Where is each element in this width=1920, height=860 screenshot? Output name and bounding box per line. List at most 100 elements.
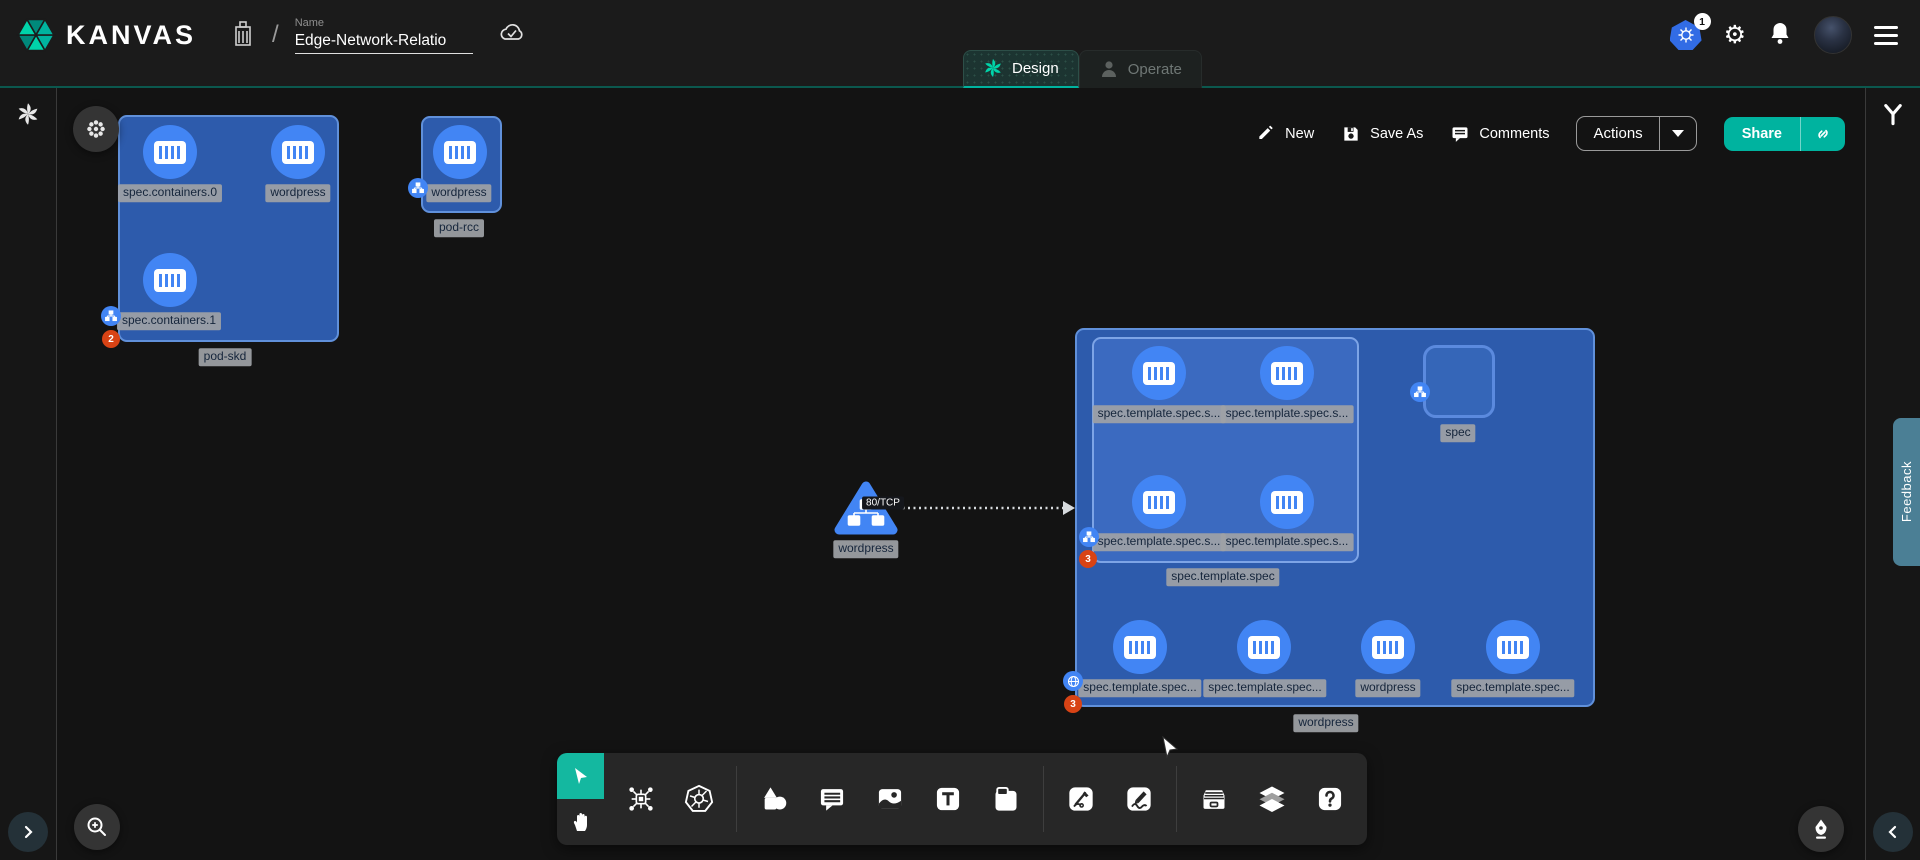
actions-split-button[interactable]: Actions <box>1576 116 1696 151</box>
hierarchy-icon <box>1083 531 1095 543</box>
kubernetes-context-button[interactable]: 1 <box>1670 20 1702 50</box>
pod-relationship-badge[interactable] <box>101 306 121 326</box>
deployment-relationship-badge[interactable] <box>1063 671 1083 691</box>
menu-hamburger-icon[interactable] <box>1874 26 1898 45</box>
mesh-badge-icon <box>1067 675 1080 688</box>
node-template-container[interactable] <box>1237 620 1291 674</box>
pan-tool-button[interactable] <box>557 799 604 845</box>
shapes-icon <box>760 785 788 813</box>
image-icon <box>876 785 904 813</box>
image-tool-button[interactable] <box>865 771 915 827</box>
container-icon <box>282 141 314 164</box>
comments-button[interactable]: Comments <box>1450 124 1549 144</box>
organization-icon[interactable] <box>230 19 256 52</box>
new-button[interactable]: New <box>1256 124 1314 144</box>
zoom-in-button[interactable] <box>74 804 120 850</box>
node-template-container[interactable] <box>1260 346 1314 400</box>
select-tool-button[interactable] <box>557 753 604 799</box>
node-template-container[interactable] <box>1486 620 1540 674</box>
node-template-container[interactable] <box>1132 475 1186 529</box>
pod-relationship-badge[interactable] <box>408 178 428 198</box>
pod-skd-count-badge[interactable]: 2 <box>102 330 120 348</box>
kanvas-logo-icon <box>16 15 56 55</box>
service-edge[interactable] <box>897 496 1077 520</box>
node-label-chip: wordpress <box>265 184 330 202</box>
node-template-container[interactable] <box>1113 620 1167 674</box>
comment-bubble-icon <box>818 785 846 813</box>
template-count-badge[interactable]: 3 <box>1079 550 1097 568</box>
kubernetes-count-badge: 1 <box>1694 13 1711 30</box>
tab-design[interactable]: Design <box>963 50 1079 88</box>
container-icon <box>154 141 186 164</box>
node-spec[interactable] <box>1423 345 1495 418</box>
spec-relationship-badge[interactable] <box>1410 382 1430 402</box>
freehand-draw-tool-button[interactable] <box>1114 771 1164 827</box>
note-tool-button[interactable] <box>981 771 1031 827</box>
components-tool-button[interactable] <box>616 771 666 827</box>
save-as-label: Save As <box>1370 126 1423 142</box>
edge-port-label: 80/TCP <box>862 497 904 510</box>
container-icon <box>1143 491 1175 514</box>
node-template-container[interactable] <box>1260 475 1314 529</box>
help-tool-button[interactable] <box>1305 771 1355 827</box>
save-as-button[interactable]: Save As <box>1341 124 1423 144</box>
design-canvas[interactable]: New Save As Comments <box>57 88 1865 860</box>
node-wordpress-container[interactable] <box>271 125 325 179</box>
shapes-tool-button[interactable] <box>749 771 799 827</box>
mode-tabs: Design Operate <box>963 50 1202 88</box>
kanvas-logo[interactable]: KANVAS <box>16 15 196 55</box>
node-wordpress-container[interactable] <box>433 125 487 179</box>
node-label-chip: spec.containers.1 <box>117 312 221 330</box>
node-spec-containers-1[interactable] <box>143 253 197 307</box>
brand-text: KANVAS <box>66 20 196 51</box>
node-template-container[interactable] <box>1132 346 1186 400</box>
whiteboard-pen-button[interactable] <box>1798 806 1844 852</box>
meshery-spiral-icon[interactable] <box>16 102 40 131</box>
container-icon <box>1372 636 1404 659</box>
comment-tool-button[interactable] <box>807 771 857 827</box>
tabbar-underline <box>0 86 1920 88</box>
node-label-chip: spec.template.spec... <box>1203 679 1326 697</box>
settings-gear-icon[interactable]: ⚙ <box>1724 23 1746 48</box>
design-name-label: Name <box>295 17 473 29</box>
text-tool-button[interactable] <box>923 771 973 827</box>
kanvas-app: KANVAS / Name <box>0 0 1920 860</box>
badge-count: 3 <box>1070 699 1076 710</box>
expand-left-panel-button[interactable] <box>8 812 48 852</box>
layers-tool-button[interactable] <box>1247 771 1297 827</box>
tab-design-label: Design <box>1012 60 1059 77</box>
user-avatar[interactable] <box>1814 16 1852 54</box>
canvas-options-button[interactable] <box>73 106 119 152</box>
edge-pen-tool-button[interactable] <box>1056 771 1106 827</box>
notifications-bell-icon[interactable] <box>1768 20 1792 51</box>
feedback-tab[interactable]: Feedback <box>1893 418 1920 566</box>
group-label-chip: wordpress <box>1293 714 1358 732</box>
copy-link-button[interactable] <box>1800 117 1845 151</box>
share-split-button[interactable]: Share <box>1724 117 1845 151</box>
node-label-chip: spec <box>1440 424 1475 442</box>
node-wordpress-container[interactable] <box>1361 620 1415 674</box>
collapse-right-panel-button[interactable] <box>1873 812 1913 852</box>
drawer-tool-button[interactable] <box>1189 771 1239 827</box>
hand-icon <box>569 810 593 834</box>
question-icon <box>1316 785 1344 813</box>
node-wordpress-service[interactable] <box>834 480 898 541</box>
node-spec-containers-0[interactable] <box>143 125 197 179</box>
tab-operate[interactable]: Operate <box>1079 50 1202 88</box>
template-relationship-badge[interactable] <box>1079 527 1099 547</box>
actions-dropdown-button[interactable] <box>1659 117 1696 150</box>
select-tool-column <box>557 753 604 845</box>
kubernetes-tool-button[interactable] <box>674 771 724 827</box>
node-label-chip: spec.template.spec.s... <box>1093 405 1226 423</box>
node-label-chip: spec.template.spec... <box>1078 679 1201 697</box>
yaml-panel-icon[interactable] <box>1881 102 1905 131</box>
container-icon <box>1124 636 1156 659</box>
design-name-input[interactable] <box>295 30 473 54</box>
app-header: KANVAS / Name <box>0 0 1920 86</box>
left-sidebar <box>0 88 57 860</box>
container-icon <box>1497 636 1529 659</box>
feedback-label: Feedback <box>1899 461 1914 522</box>
deployment-count-badge[interactable]: 3 <box>1064 695 1082 713</box>
pen-nib-icon <box>1809 817 1833 841</box>
drawer-icon <box>1200 785 1228 813</box>
